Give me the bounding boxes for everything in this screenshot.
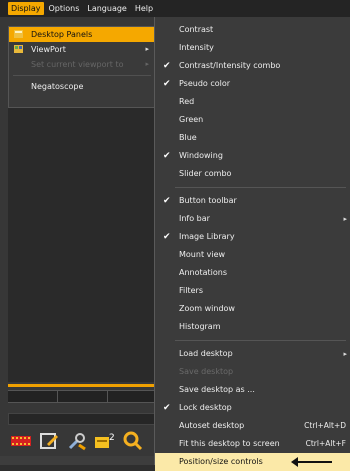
menu-item-negatoscope[interactable]: Negatoscope xyxy=(9,79,155,94)
menu-item-histogram[interactable]: Histogram xyxy=(155,318,350,336)
menu-item-label: Lock desktop xyxy=(179,403,232,412)
menu-item-label: Autoset desktop xyxy=(179,421,245,430)
menu-separator xyxy=(175,340,346,341)
checkmark-icon: ✔ xyxy=(163,79,171,89)
menu-separator xyxy=(13,75,151,76)
menu-item-label: ViewPort xyxy=(31,45,66,54)
toolbar-toggle-group: ✔ Button toolbar Info bar ▸ ✔ Image Library Mo… xyxy=(155,192,350,336)
bottom-strip xyxy=(0,456,158,465)
menu-item-autoset-desktop[interactable]: Autoset desktop Ctrl+Alt+D xyxy=(155,417,350,435)
menu-item-label: Histogram xyxy=(179,322,221,331)
shortcut-label: Ctrl+Alt+F xyxy=(305,439,346,448)
menu-bar: Display Options Language Help xyxy=(0,0,350,17)
menu-item-set-current-viewport: Set current viewport to ▸ xyxy=(9,57,155,72)
menu-item-slider-combo[interactable]: Slider combo xyxy=(155,165,350,183)
menu-item-mount-view[interactable]: Mount view xyxy=(155,246,350,264)
menu-item-label: Intensity xyxy=(179,43,214,52)
edit-icon[interactable] xyxy=(38,430,60,452)
checkmark-icon: ✔ xyxy=(163,403,171,413)
menu-item-label: Contrast xyxy=(179,25,214,34)
menu-item-position-size-controls[interactable]: Position/size controls xyxy=(155,453,350,471)
menu-item-label: Filters xyxy=(179,286,203,295)
menu-item-label: Set current viewport to xyxy=(31,60,124,69)
menu-item-label: Image Library xyxy=(179,232,235,241)
menu-item-contrast[interactable]: Contrast xyxy=(155,21,350,39)
viewport-icon xyxy=(14,45,23,53)
menu-item-label: Green xyxy=(179,115,204,124)
window-level-icon[interactable]: 2 xyxy=(94,430,116,452)
menu-item-label: Negatoscope xyxy=(31,82,84,91)
svg-text:2: 2 xyxy=(109,433,115,443)
menu-item-red[interactable]: Red xyxy=(155,93,350,111)
menu-item-windowing[interactable]: ✔ Windowing xyxy=(155,147,350,165)
menu-item-load-desktop[interactable]: Load desktop ▸ xyxy=(155,345,350,363)
submenu-arrow-icon: ▸ xyxy=(343,350,347,358)
menu-item-zoom-window[interactable]: Zoom window xyxy=(155,300,350,318)
menu-item-label: Red xyxy=(179,97,195,106)
menu-item-label: Mount view xyxy=(179,250,226,259)
status-strip xyxy=(8,413,158,425)
menu-item-label: Info bar xyxy=(179,214,210,223)
info-bar xyxy=(8,390,158,403)
display-menu-dropdown: Desktop Panels ViewPort ▸ Set current vi… xyxy=(8,26,156,108)
menu-separator xyxy=(175,187,346,188)
menu-item-label: Save desktop as ... xyxy=(179,385,255,394)
menu-help[interactable]: Help xyxy=(132,2,156,15)
menu-item-save-desktop-as[interactable]: Save desktop as ... xyxy=(155,381,350,399)
menu-item-image-library[interactable]: ✔ Image Library xyxy=(155,228,350,246)
menu-item-contrast-intensity-combo[interactable]: ✔ Contrast/Intensity combo xyxy=(155,57,350,75)
menu-options[interactable]: Options xyxy=(46,2,83,15)
menu-item-lock-desktop[interactable]: ✔ Lock desktop xyxy=(155,399,350,417)
menu-item-button-toolbar[interactable]: ✔ Button toolbar xyxy=(155,192,350,210)
shortcut-label: Ctrl+Alt+D xyxy=(304,421,346,430)
tools-icon[interactable] xyxy=(66,430,88,452)
checkmark-icon: ✔ xyxy=(163,151,171,161)
desktop-actions-group: Load desktop ▸ Save desktop Save desktop as… xyxy=(155,345,350,471)
zoom-icon[interactable] xyxy=(122,430,144,452)
info-segment xyxy=(58,391,108,402)
menu-item-filters[interactable]: Filters xyxy=(155,282,350,300)
menu-item-label: Slider combo xyxy=(179,169,232,178)
checkmark-icon: ✔ xyxy=(163,232,171,242)
accent-divider xyxy=(8,384,158,387)
menu-item-label: Fit this desktop to screen xyxy=(179,439,280,448)
menu-language[interactable]: Language xyxy=(84,2,129,15)
menu-item-save-desktop: Save desktop xyxy=(155,363,350,381)
button-toolbar: 2 xyxy=(8,428,160,454)
menu-item-annotations[interactable]: Annotations xyxy=(155,264,350,282)
menu-item-intensity[interactable]: Intensity xyxy=(155,39,350,57)
menu-item-label: Save desktop xyxy=(179,367,234,376)
viewport-area xyxy=(8,108,158,382)
menu-item-desktop-panels[interactable]: Desktop Panels xyxy=(9,27,155,42)
menu-item-label: Load desktop xyxy=(179,349,233,358)
menu-item-label: Desktop Panels xyxy=(31,30,93,39)
menu-item-label: Zoom window xyxy=(179,304,235,313)
info-segment xyxy=(8,391,58,402)
menu-item-viewport[interactable]: ViewPort ▸ xyxy=(9,42,155,57)
submenu-arrow-icon: ▸ xyxy=(145,45,149,53)
submenu-arrow-icon: ▸ xyxy=(343,215,347,223)
film-strip-icon[interactable] xyxy=(10,430,32,452)
menu-display[interactable]: Display xyxy=(8,2,44,15)
desktop-panels-submenu: Contrast Intensity ✔ Contrast/Intensity com… xyxy=(154,17,350,471)
menu-item-label: Annotations xyxy=(179,268,228,277)
menu-item-fit-this-desktop-to-screen[interactable]: Fit this desktop to screen Ctrl+Alt+F xyxy=(155,435,350,453)
menu-item-info-bar[interactable]: Info bar ▸ xyxy=(155,210,350,228)
menu-item-pseudo-color[interactable]: ✔ Pseudo color xyxy=(155,75,350,93)
checkmark-icon: ✔ xyxy=(163,196,171,206)
panel-toggle-group: Contrast Intensity ✔ Contrast/Intensity com… xyxy=(155,21,350,183)
menu-item-label: Blue xyxy=(179,133,197,142)
menu-item-green[interactable]: Green xyxy=(155,111,350,129)
annotation-arrow-icon xyxy=(291,457,332,467)
menu-item-label: Windowing xyxy=(179,151,223,160)
checkmark-icon: ✔ xyxy=(163,61,171,71)
submenu-arrow-icon: ▸ xyxy=(145,60,149,68)
info-segment xyxy=(108,391,158,402)
menu-item-label: Pseudo color xyxy=(179,79,231,88)
menu-item-label: Contrast/Intensity combo xyxy=(179,61,281,70)
menu-item-blue[interactable]: Blue xyxy=(155,129,350,147)
desktop-panels-icon xyxy=(14,30,23,38)
menu-item-label: Button toolbar xyxy=(179,196,237,205)
